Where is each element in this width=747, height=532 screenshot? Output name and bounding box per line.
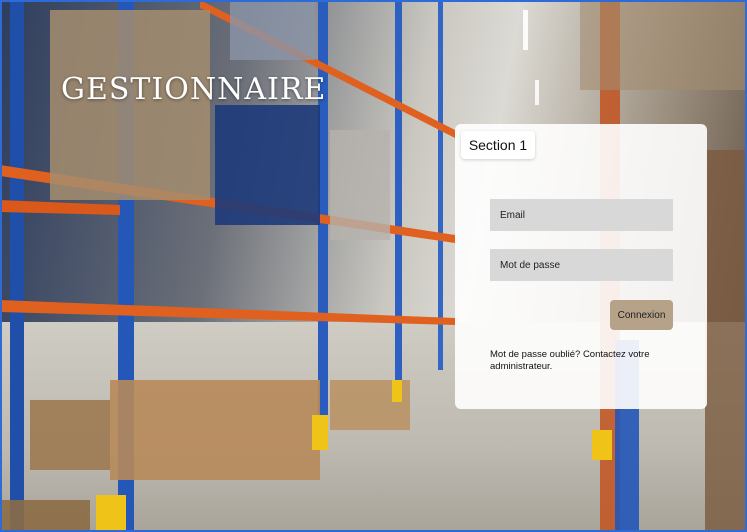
login-button[interactable]: Connexion [610,300,673,330]
forgot-password-text: Mot de passe oublié? Contactez votre adm… [490,349,650,372]
section-label: Section 1 [461,131,535,159]
app-title: GESTIONNAIRE [61,72,327,107]
password-field[interactable] [490,249,673,281]
email-field[interactable] [490,199,673,231]
